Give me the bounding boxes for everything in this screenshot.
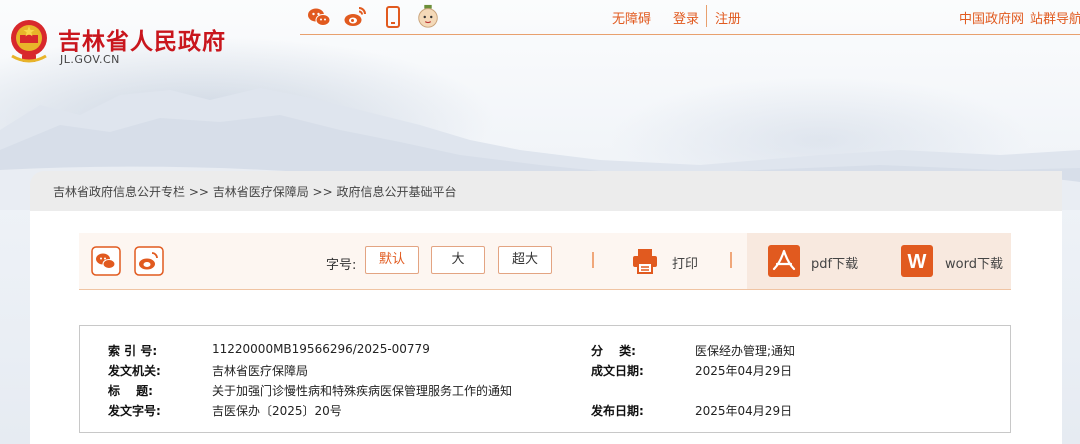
created-date-value: 2025年04月29日	[695, 364, 793, 378]
mascot-icon[interactable]	[416, 4, 440, 30]
site-title[interactable]: 吉林省人民政府	[58, 22, 226, 56]
wechat-icon[interactable]	[307, 4, 331, 30]
title-label: 标 题:	[108, 384, 153, 398]
doc-number-label: 发文字号:	[108, 404, 161, 418]
print-button[interactable]: 打印	[672, 253, 698, 272]
pdf-download-button[interactable]: pdf下载	[811, 253, 858, 272]
national-emblem-icon	[11, 20, 47, 63]
index-value: 11220000MB19566296/2025-00779	[212, 342, 430, 356]
mobile-icon[interactable]	[385, 4, 401, 30]
header-divider-line	[300, 34, 1080, 35]
published-date-label: 发布日期:	[591, 404, 644, 418]
printer-icon[interactable]	[630, 246, 660, 276]
weibo-share-icon[interactable]	[134, 246, 164, 276]
index-label: 索 引 号:	[108, 344, 158, 358]
site-group-nav-link[interactable]: 站群导航	[1030, 8, 1080, 27]
login-link[interactable]: 登录	[673, 8, 699, 27]
site-domain: JL.GOV.CN	[60, 53, 120, 66]
category-label: 分 类:	[591, 344, 636, 358]
issuer-value: 吉林省医疗保障局	[212, 364, 309, 378]
breadcrumb: 吉林省政府信息公开专栏 >> 吉林省医疗保障局 >> 政府信息公开基础平台	[30, 171, 1062, 211]
china-gov-link[interactable]: 中国政府网	[959, 8, 1024, 27]
published-date-value: 2025年04月29日	[695, 404, 793, 418]
font-size-default-button[interactable]: 默认	[365, 246, 419, 274]
site-header: 吉林省人民政府 JL.GOV.CN 无障碍 登录 注册 中国政府网 站群导航	[0, 0, 1080, 70]
breadcrumb-text[interactable]: 吉林省政府信息公开专栏 >> 吉林省医疗保障局 >> 政府信息公开基础平台	[53, 183, 456, 200]
word-download-button[interactable]: word下载	[945, 253, 1003, 272]
link-separator	[706, 5, 707, 27]
issuer-label: 发文机关:	[108, 364, 161, 378]
font-size-large-button[interactable]: 大	[431, 246, 485, 274]
doc-number-value: 吉医保办〔2025〕20号	[212, 404, 342, 418]
article-toolbar: 字号: 默认 大 超大 打印 pdf下载 W word下载	[79, 233, 1011, 290]
toolbar-separator	[592, 252, 594, 268]
toolbar-separator	[730, 252, 732, 268]
category-value: 医保经办管理;通知	[695, 344, 796, 358]
register-link[interactable]: 注册	[715, 8, 741, 27]
wechat-share-icon[interactable]	[91, 246, 121, 276]
svg-text:W: W	[908, 251, 927, 273]
document-info-table: 索 引 号: 11220000MB19566296/2025-00779 分 类…	[79, 325, 1011, 433]
pdf-icon[interactable]	[768, 245, 800, 277]
font-size-label: 字号:	[326, 258, 357, 273]
title-value: 关于加强门诊慢性病和特殊疾病医保管理服务工作的通知	[212, 384, 513, 398]
font-size-xlarge-button[interactable]: 超大	[498, 246, 552, 274]
word-icon[interactable]: W	[901, 245, 933, 277]
weibo-icon[interactable]	[343, 4, 367, 30]
accessibility-link[interactable]: 无障碍	[612, 8, 651, 27]
created-date-label: 成文日期:	[591, 364, 644, 378]
content-panel: 字号: 默认 大 超大 打印 pdf下载 W word下载 索 引 号: 112…	[30, 211, 1062, 444]
